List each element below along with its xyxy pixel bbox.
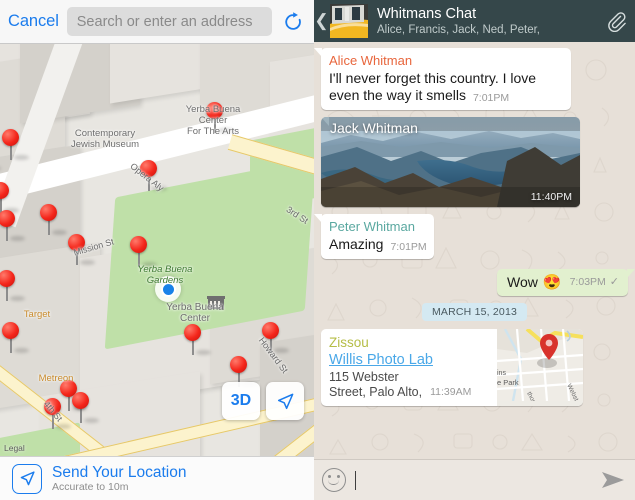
text-caret — [355, 470, 357, 490]
chat-header: ❮ Whitmans Chat Alice, Francis, Jack, Ne… — [314, 0, 635, 42]
map-label-line: Yerba Buena — [137, 264, 193, 275]
message-row: Zissou Willis Photo Lab 115 Webster Stre… — [321, 329, 628, 406]
send-location-subtitle: Accurate to 10m — [52, 481, 129, 493]
map-legal-label[interactable]: Legal — [4, 443, 25, 453]
paperclip-icon[interactable] — [597, 11, 635, 32]
message-body: Wow — [507, 274, 538, 290]
map-label-line: Gardens — [146, 275, 184, 286]
maps-toolbar: Cancel Search or enter an address — [0, 0, 314, 44]
message-timestamp: 7:01PM — [390, 241, 427, 253]
location-address-row: Street, Palo Alto, 11:39AM — [329, 385, 491, 400]
single-check-icon: ✓ — [609, 276, 619, 288]
date-badge-label: MARCH 15, 2013 — [421, 303, 528, 321]
avatar[interactable] — [330, 4, 368, 38]
message-bubble-location[interactable]: Zissou Willis Photo Lab 115 Webster Stre… — [321, 329, 583, 406]
svg-text:e Park: e Park — [497, 378, 519, 387]
cancel-button[interactable]: Cancel — [8, 12, 59, 31]
location-address-line-2: Street, Palo Alto, — [329, 385, 423, 399]
message-timestamp: 11:39AM — [430, 386, 472, 398]
message-text: Wow 😍 7:03PM ✓ — [507, 274, 619, 291]
map-label-line: Jewish Museum — [70, 139, 140, 150]
message-input[interactable] — [353, 467, 592, 494]
refresh-icon[interactable] — [280, 9, 306, 35]
map-label-yerba-buena-gardens: Yerba Buena Gardens — [110, 264, 220, 286]
map-label-contemporary-jewish-museum: Contemporary Jewish Museum — [35, 128, 175, 150]
search-input[interactable]: Search or enter an address — [66, 7, 272, 36]
location-details: Zissou Willis Photo Lab 115 Webster Stre… — [321, 329, 497, 406]
navigation-arrow-icon — [12, 463, 42, 494]
message-row: Alice Whitman I'll never forget this cou… — [314, 48, 628, 110]
location-address-line-1: 115 Webster — [329, 370, 399, 384]
message-bubble-incoming[interactable]: Alice Whitman I'll never forget this cou… — [314, 48, 571, 110]
map-3d-label: 3D — [230, 392, 252, 409]
message-bubble-outgoing[interactable]: Wow 😍 7:03PM ✓ — [497, 269, 635, 296]
search-placeholder: Search or enter an address — [76, 13, 253, 30]
message-sender: Alice Whitman — [329, 53, 413, 68]
map-label-line: Center — [198, 115, 228, 126]
map-label-yerba-buena-center: Yerba Buena Center — [140, 302, 250, 324]
send-location-title: Send Your Location — [52, 464, 187, 481]
date-divider: MARCH 15, 2013 — [321, 303, 628, 321]
map-label-line: Center — [179, 313, 210, 324]
message-timestamp: 7:03PM — [569, 276, 606, 288]
message-row: Wow 😍 7:03PM ✓ — [321, 269, 635, 296]
maps-pane: Cancel Search or enter an address Contem… — [0, 0, 314, 500]
location-place-link[interactable]: Willis Photo Lab — [329, 351, 491, 370]
map-label-metreon: Metreon — [38, 373, 74, 384]
map-canvas[interactable]: Contemporary Jewish Museum Yerba Buena C… — [0, 44, 314, 456]
map-locate-button[interactable] — [266, 382, 304, 420]
chat-title-block: Whitmans Chat Alice, Francis, Jack, Ned,… — [377, 6, 597, 37]
chat-input-bar — [314, 459, 635, 500]
message-bubble-image[interactable]: Jack Whitman 11:40PM — [321, 117, 580, 207]
message-timestamp: 7:01PM — [472, 92, 510, 104]
message-row: Jack Whitman 11:40PM — [321, 117, 628, 207]
location-map-thumbnail[interactable]: ins e Park thorne Ave Webst — [497, 329, 583, 406]
map-label-line: Contemporary — [74, 128, 136, 139]
send-your-location-button[interactable]: Send Your Location Accurate to 10m — [0, 456, 314, 500]
chevron-left-icon[interactable]: ❮ — [314, 11, 329, 31]
message-sender: Zissou — [329, 335, 369, 350]
chat-participants: Alice, Francis, Jack, Ned, Peter, — [377, 23, 540, 36]
map-label-target: Target — [23, 309, 51, 320]
message-text: Amazing 7:01PM — [329, 236, 427, 255]
send-arrow-icon[interactable] — [599, 470, 627, 490]
message-bubble-incoming[interactable]: Peter Whitman Amazing 7:01PM — [314, 214, 434, 259]
svg-text:ins: ins — [497, 370, 506, 377]
message-row: Peter Whitman Amazing 7:01PM — [314, 214, 628, 259]
message-timestamp: 11:40PM — [530, 191, 572, 203]
message-text: I'll never forget this country. I love e… — [329, 70, 564, 106]
app-root: Cancel Search or enter an address Contem… — [0, 0, 635, 500]
message-sender: Jack Whitman — [330, 120, 418, 136]
chat-title: Whitmans Chat — [377, 5, 477, 22]
navigation-arrow-icon — [277, 393, 293, 409]
message-sender: Peter Whitman — [329, 219, 415, 234]
message-body: Amazing — [329, 236, 384, 252]
smiley-face-icon[interactable] — [322, 468, 346, 492]
heart-eyes-emoji-icon: 😍 — [542, 274, 562, 291]
map-3d-toggle-button[interactable]: 3D — [222, 382, 260, 420]
map-label-line: For The Arts — [186, 126, 240, 137]
map-label-line: Yerba Buena — [185, 104, 241, 115]
message-list[interactable]: Alice Whitman I'll never forget this cou… — [314, 42, 635, 459]
chat-pane: ❮ Whitmans Chat Alice, Francis, Jack, Ne… — [314, 0, 635, 500]
map-label-yerba-buena-center-for-the-arts: Yerba Buena Center For The Arts — [158, 104, 268, 137]
map-label-line: Yerba Buena — [166, 302, 224, 313]
